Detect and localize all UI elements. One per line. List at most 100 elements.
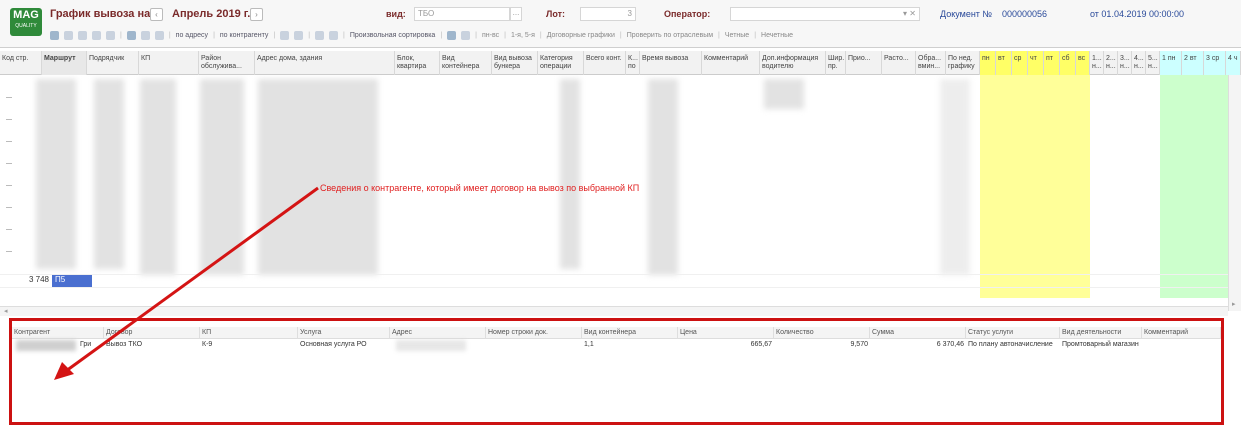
col-week-1[interactable]: 1... н... xyxy=(1090,51,1104,75)
col-block[interactable]: Блок, квартира xyxy=(395,51,440,75)
selected-row-code[interactable]: 3 748 xyxy=(0,275,52,287)
document-date: от 01.04.2019 00:00:00 xyxy=(1090,9,1185,19)
contract-cell[interactable]: Вывоз ТКО xyxy=(104,340,200,351)
col-comment[interactable]: Комментарий xyxy=(702,51,760,75)
find-by-address-button[interactable]: по адресу xyxy=(176,32,208,39)
sum-cell[interactable]: 6 370,46 xyxy=(870,340,966,351)
col-thu[interactable]: чт xyxy=(1028,51,1044,75)
col-code[interactable]: Код стр. xyxy=(0,51,42,75)
vid-field[interactable]: ТБО xyxy=(414,7,510,21)
col-day-4[interactable]: 4 ч xyxy=(1226,51,1241,75)
col-counterparty[interactable]: Контрагент xyxy=(12,327,104,339)
contract-schedules-button[interactable]: Договорные графики xyxy=(547,32,615,39)
table-settings-icon[interactable] xyxy=(126,30,136,40)
check-industries-button[interactable]: Проверить по отраслевым xyxy=(627,32,713,39)
col-mon[interactable]: пн xyxy=(980,51,996,75)
col-processing[interactable]: Обра... вмин... xyxy=(916,51,946,75)
operator-field[interactable]: ▾ ✕ xyxy=(730,7,920,21)
prev-period-button[interactable]: ‹ xyxy=(150,8,163,21)
col-operation-category[interactable]: Категория операции xyxy=(538,51,584,75)
col-tue[interactable]: вт xyxy=(996,51,1012,75)
address-cell[interactable] xyxy=(396,340,466,351)
col-price[interactable]: Цена xyxy=(678,327,774,339)
refresh-icon[interactable] xyxy=(50,30,59,40)
mon-sun-button[interactable]: пн-вс xyxy=(482,32,499,39)
col-day-1[interactable]: 1 пн xyxy=(1160,51,1182,75)
grid-icon[interactable] xyxy=(106,30,115,40)
col-total-containers[interactable]: Всего конт. xyxy=(584,51,626,75)
col-service[interactable]: Услуга xyxy=(298,327,390,339)
col-fri[interactable]: пт xyxy=(1044,51,1060,75)
odd-button[interactable]: Нечетные xyxy=(761,32,793,39)
print-icon[interactable] xyxy=(461,30,471,40)
col-comment[interactable]: Комментарий xyxy=(1142,327,1221,339)
col-container-type[interactable]: Вид контейнера xyxy=(440,51,492,75)
custom-sort-button[interactable]: Произвольная сортировка xyxy=(350,32,435,39)
col-removal-time[interactable]: Время вывоза xyxy=(640,51,702,75)
col-doc-line[interactable]: Номер строки док. xyxy=(486,327,582,339)
first-fifth-week-button[interactable]: 1-я, 5-я xyxy=(511,32,535,39)
vid-select-button[interactable]: ... xyxy=(510,7,522,21)
col-width[interactable]: Шир. пр. xyxy=(826,51,846,75)
col-week-3[interactable]: 3... н... xyxy=(1118,51,1132,75)
col-week-5[interactable]: 5... н... xyxy=(1146,51,1160,75)
next-period-button[interactable]: › xyxy=(250,8,263,21)
col-priority[interactable]: Прио... xyxy=(846,51,882,75)
move-down-icon[interactable] xyxy=(294,30,304,40)
col-week-2[interactable]: 2... н... xyxy=(1104,51,1118,75)
delete-icon[interactable] xyxy=(92,30,101,40)
sort-desc-icon[interactable] xyxy=(329,30,339,40)
col-route[interactable]: Маршрут xyxy=(42,51,87,75)
col-quantity[interactable]: Количество xyxy=(774,327,870,339)
col-sun[interactable]: вс xyxy=(1076,51,1090,75)
col-sum[interactable]: Сумма xyxy=(870,327,966,339)
lot-field[interactable]: 3 xyxy=(580,7,636,21)
period-label[interactable]: Апрель 2019 г. xyxy=(172,8,250,20)
scroll-left-icon[interactable]: ◂ xyxy=(4,307,8,315)
activity-cell[interactable]: Промтоварный магазин xyxy=(1060,340,1142,351)
col-activity[interactable]: Вид деятельности xyxy=(1060,327,1142,339)
col-contractor[interactable]: Подрядчик xyxy=(87,51,139,75)
save-icon[interactable] xyxy=(447,30,457,40)
doc-line-cell[interactable] xyxy=(486,340,582,351)
move-up-icon[interactable] xyxy=(280,30,290,40)
even-button[interactable]: Четные xyxy=(725,32,749,39)
table-row[interactable]: Гри Вывоз ТКО К-9 Основная услуга РО 1,1… xyxy=(12,340,1221,351)
find-by-counterparty-button[interactable]: по контрагенту xyxy=(220,32,268,39)
service-cell[interactable]: Основная услуга РО xyxy=(298,340,390,351)
counterparty-cell[interactable]: Гри xyxy=(78,340,104,351)
col-address[interactable]: Адрес xyxy=(390,327,486,339)
grid-vertical-scrollbar[interactable]: ▸ xyxy=(1228,75,1241,311)
copy-icon[interactable] xyxy=(64,30,73,40)
clear-filter-icon[interactable] xyxy=(154,30,164,40)
filter-icon[interactable] xyxy=(140,30,150,40)
scroll-right-icon[interactable]: ▸ xyxy=(1232,300,1236,308)
quantity-cell[interactable]: 9,570 xyxy=(774,340,870,351)
sort-asc-icon[interactable] xyxy=(315,30,325,40)
col-removal-type[interactable]: Вид вывоза бункера xyxy=(492,51,538,75)
col-container-type[interactable]: Вид контейнера xyxy=(582,327,678,339)
col-wed[interactable]: ср xyxy=(1012,51,1028,75)
price-cell[interactable]: 665,67 xyxy=(678,340,774,351)
col-contract[interactable]: Договор xyxy=(104,327,200,339)
col-weekly-schedule[interactable]: По нед. графику xyxy=(946,51,980,75)
selected-row-route[interactable]: П5 xyxy=(52,275,92,287)
col-k-po[interactable]: К... по xyxy=(626,51,640,75)
status-cell[interactable]: По плану автоначисление xyxy=(966,340,1060,351)
col-address[interactable]: Адрес дома, здания xyxy=(255,51,395,75)
col-sat[interactable]: сб xyxy=(1060,51,1076,75)
col-driver-info[interactable]: Доп.информация водителю xyxy=(760,51,826,75)
col-kp[interactable]: КП xyxy=(200,327,298,339)
col-week-4[interactable]: 4... н... xyxy=(1132,51,1146,75)
col-district[interactable]: Район обслужива... xyxy=(199,51,255,75)
kp-cell[interactable]: К-9 xyxy=(200,340,298,351)
col-kp[interactable]: КП xyxy=(139,51,199,75)
comment-cell[interactable] xyxy=(1142,340,1221,351)
col-day-3[interactable]: 3 ср xyxy=(1204,51,1226,75)
col-distance[interactable]: Расто... xyxy=(882,51,916,75)
edit-icon[interactable] xyxy=(78,30,87,40)
container-cell[interactable]: 1,1 xyxy=(582,340,678,351)
grid-horizontal-scrollbar[interactable]: ◂ xyxy=(0,306,1228,316)
col-day-2[interactable]: 2 вт xyxy=(1182,51,1204,75)
col-service-status[interactable]: Статус услуги xyxy=(966,327,1060,339)
